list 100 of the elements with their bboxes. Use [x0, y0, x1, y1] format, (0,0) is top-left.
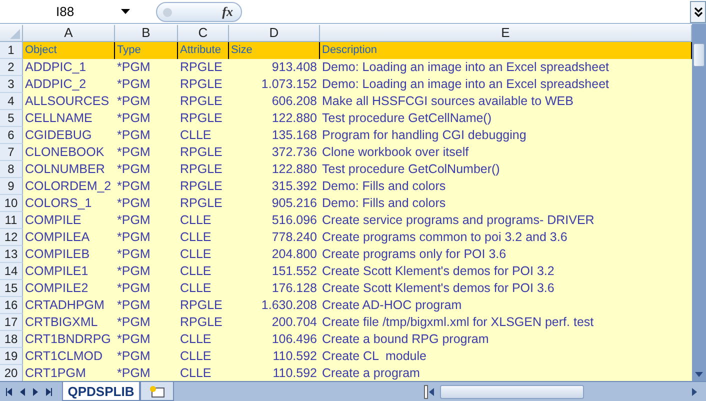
row-header[interactable]: 5 — [0, 110, 23, 127]
table-cell-text: *PGM — [116, 59, 152, 76]
table-cell-text: CRT1PGM — [24, 365, 87, 382]
table-cell-text: ALLSOURCES — [24, 93, 110, 110]
table-cell-text: CRT1CLMOD — [24, 348, 104, 365]
table-cell-text: *PGM — [116, 93, 152, 110]
row-header[interactable]: 7 — [0, 144, 23, 161]
table-cell-text: CRTBIGXML — [24, 314, 99, 331]
insert-function-button[interactable]: fx — [156, 2, 242, 22]
scroll-thumb[interactable] — [693, 43, 705, 67]
table-cell-text: CLLE — [179, 263, 212, 280]
row-header[interactable]: 12 — [0, 229, 23, 246]
table-cell-text: CGIDEBUG — [24, 127, 93, 144]
row-header[interactable]: 1 — [0, 42, 23, 59]
table-cell-text: CRTADHPGM — [24, 297, 106, 314]
table-cell-text: Create a program — [321, 365, 421, 382]
table-cell-text: RPGLE — [179, 297, 224, 314]
table-cell-text: 151.552 — [270, 263, 318, 280]
table-cell-text: *PGM — [116, 76, 152, 93]
last-sheet-icon[interactable] — [45, 388, 54, 396]
table-cell-text: Create Scott Klement's demos for POI 3.2 — [321, 263, 556, 280]
table-cell-text: Create file /tmp/bigxml.xml for XLSGEN perf. test — [321, 314, 595, 331]
table-cell-text: *PGM — [116, 331, 152, 348]
row-header[interactable]: 20 — [0, 365, 23, 382]
table-cell-text: 200.704 — [270, 314, 318, 331]
split-handle[interactable] — [424, 384, 428, 398]
row-header[interactable]: 3 — [0, 76, 23, 93]
cell-reference: I88 — [56, 4, 74, 19]
table-cell-text: CLLE — [179, 212, 212, 229]
table-cell-text: CLLE — [179, 348, 212, 365]
row-header[interactable]: 6 — [0, 127, 23, 144]
table-cell-text: CLLE — [179, 331, 212, 348]
first-sheet-icon[interactable] — [4, 388, 13, 396]
table-cell-text: RPGLE — [179, 314, 224, 331]
table-cell-text: Test procedure GetCellName() — [321, 110, 493, 127]
row-header[interactable]: 11 — [0, 212, 23, 229]
table-cell-text: Create a bound RPG program — [321, 331, 490, 348]
header-cell: Description — [320, 42, 692, 59]
table-cell-text: COLORDEM_2 — [24, 178, 112, 195]
table-cell-text: CLLE — [179, 280, 212, 297]
table-cell-text: Demo: Loading an image into an Excel spreadsheet — [321, 76, 610, 93]
row-header[interactable]: 8 — [0, 161, 23, 178]
table-cell-text: Create programs only for POI 3.6 — [321, 246, 508, 263]
sheet-tab[interactable]: QPDSPLIB — [62, 382, 140, 401]
table-cell-text: 110.592 — [272, 348, 318, 365]
scroll-thumb[interactable] — [440, 384, 584, 398]
table-cell-text: *PGM — [116, 280, 152, 297]
new-sheet-icon — [149, 384, 165, 398]
row-header[interactable]: 9 — [0, 178, 23, 195]
row-header[interactable]: 4 — [0, 93, 23, 110]
row-header[interactable]: 10 — [0, 195, 23, 212]
row-header[interactable]: 13 — [0, 246, 23, 263]
row-header[interactable]: 14 — [0, 263, 23, 280]
vertical-scrollbar[interactable] — [692, 24, 706, 381]
table-cell-text: COMPILE1 — [24, 263, 90, 280]
table-cell-text: RPGLE — [179, 59, 224, 76]
expand-button[interactable] — [690, 0, 706, 22]
row-header[interactable]: 15 — [0, 280, 23, 297]
next-sheet-icon[interactable] — [32, 388, 40, 396]
table-cell-text: *PGM — [116, 348, 152, 365]
table-cell-text: RPGLE — [179, 178, 224, 195]
header-cell: Object — [23, 42, 115, 59]
table-cell-text: *PGM — [116, 195, 152, 212]
table-cell-text: RPGLE — [179, 110, 224, 127]
scroll-right-icon[interactable] — [690, 388, 698, 396]
previous-sheet-icon[interactable] — [18, 388, 26, 396]
row-header[interactable]: 2 — [0, 59, 23, 76]
table-cell-text: RPGLE — [179, 93, 224, 110]
row-header[interactable]: 18 — [0, 331, 23, 348]
table-cell-text: RPGLE — [179, 195, 224, 212]
table-cell-text: 176.128 — [270, 280, 318, 297]
table-cell-text: 1.073.152 — [260, 76, 318, 93]
table-cell-text: 606.208 — [270, 93, 318, 110]
table-cell-text: *PGM — [116, 246, 152, 263]
table-cell-text: 204.800 — [270, 246, 318, 263]
table-cell-text: 106.496 — [270, 331, 318, 348]
scroll-left-icon[interactable] — [428, 388, 436, 396]
row-header[interactable]: 17 — [0, 314, 23, 331]
name-box[interactable]: I88 — [0, 2, 140, 22]
caret-icon[interactable] — [121, 9, 130, 14]
table-cell-text: Clone workbook over itself — [321, 144, 470, 161]
row-header[interactable]: 16 — [0, 297, 23, 314]
table-cell-text: ADDPIC_2 — [24, 76, 88, 93]
table-cell-text: 778.240 — [270, 229, 318, 246]
table-cell-text: CELLNAME — [24, 110, 94, 127]
table-cell-text: CLLE — [179, 229, 212, 246]
table-cell-text: *PGM — [116, 161, 152, 178]
new-sheet-button[interactable] — [140, 382, 174, 401]
table-cell-text: COLNUMBER — [24, 161, 106, 178]
table-cell-text: *PGM — [116, 365, 152, 382]
table-cell-text: 516.096 — [270, 212, 318, 229]
scroll-down-icon[interactable] — [695, 372, 703, 377]
row-header[interactable]: 19 — [0, 348, 23, 365]
table-cell-text: *PGM — [116, 212, 152, 229]
table-cell-text: COMPILE2 — [24, 280, 90, 297]
table-cell-text: Create Scott Klement's demos for POI 3.6 — [321, 280, 556, 297]
table-cell-text: Create CL module — [321, 348, 428, 365]
table-cell-text: CLLE — [179, 246, 212, 263]
table-cell-text: 122.880 — [270, 161, 318, 178]
table-cell-text: Demo: Fills and colors — [321, 178, 447, 195]
